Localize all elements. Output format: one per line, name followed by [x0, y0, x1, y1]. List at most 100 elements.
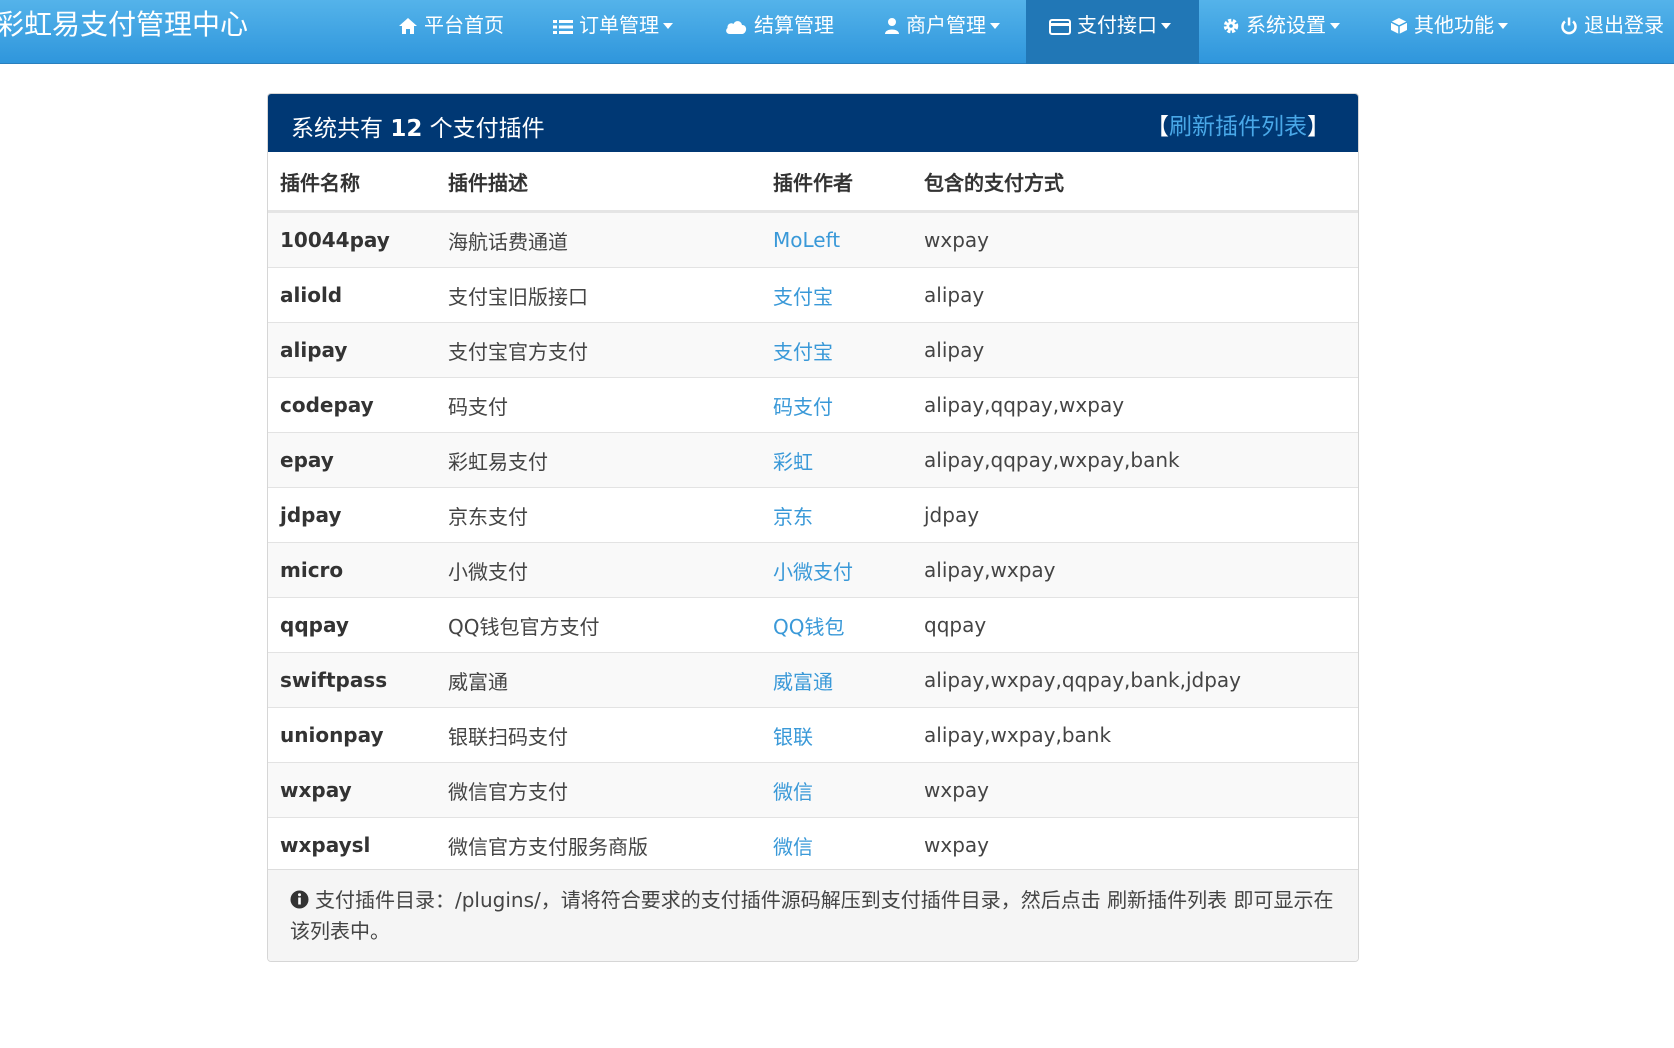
plugin-author-cell: 京东 [761, 487, 912, 543]
nav-payment-interface-label: 支付接口 [1077, 13, 1157, 37]
table-row: codepay 码支付 码支付 alipay,qqpay,wxpay [268, 377, 1358, 433]
plugin-desc-cell: 微信官方支付服务商版 [436, 817, 761, 873]
panel-title-suffix: 个支付插件 [429, 116, 545, 142]
plugin-author-cell: 微信 [761, 817, 912, 873]
plugin-desc-cell: 支付宝官方支付 [436, 322, 761, 378]
plugin-name-cell: wxpay [268, 762, 436, 818]
refresh-plugins-link[interactable]: 刷新插件列表 [1169, 114, 1307, 140]
plugin-name-cell: jdpay [268, 487, 436, 543]
header-plugin-name: 插件名称 [268, 152, 436, 213]
plugin-desc-cell: 码支付 [436, 377, 761, 433]
credit-card-icon [1049, 19, 1071, 35]
user-icon [885, 18, 899, 34]
plugin-author-link[interactable]: 小微支付 [773, 560, 853, 584]
plugin-methods-cell: jdpay [912, 487, 1358, 543]
plugin-author-link[interactable]: 银联 [773, 725, 813, 749]
plugin-desc-cell: 彩虹易支付 [436, 432, 761, 488]
plugin-author-link[interactable]: QQ钱包 [773, 615, 844, 639]
plugin-author-link[interactable]: 支付宝 [773, 285, 833, 309]
table-row: jdpay 京东支付 京东 jdpay [268, 487, 1358, 543]
plugin-methods-cell: alipay [912, 322, 1358, 378]
chevron-down-icon [990, 23, 1000, 29]
cube-icon [1390, 18, 1408, 34]
plugin-methods-cell: wxpay [912, 817, 1358, 873]
top-navbar: 彩虹易支付管理中心 平台首页 订单管理 结算管理 商户管理 支付接口 系统设置 … [0, 0, 1674, 64]
nav-system-settings[interactable]: 系统设置 [1222, 0, 1340, 64]
nav-home[interactable]: 平台首页 [398, 0, 504, 64]
nav-other-functions[interactable]: 其他功能 [1390, 0, 1508, 64]
plugin-author-cell: 银联 [761, 707, 912, 763]
table-row: alipay 支付宝官方支付 支付宝 alipay [268, 322, 1358, 378]
plugin-methods-cell: wxpay [912, 211, 1358, 268]
brand-title[interactable]: 彩虹易支付管理中心 [0, 0, 248, 64]
plugin-name-cell: aliold [268, 267, 436, 323]
plugin-name-cell: qqpay [268, 597, 436, 653]
table-row: aliold 支付宝旧版接口 支付宝 alipay [268, 267, 1358, 323]
nav-logout[interactable]: 退出登录 [1560, 0, 1664, 64]
header-plugin-desc: 插件描述 [436, 152, 761, 213]
plugin-name-cell: swiftpass [268, 652, 436, 708]
plugin-author-link[interactable]: 微信 [773, 780, 813, 804]
plugin-author-cell: 码支付 [761, 377, 912, 433]
gear-icon [1223, 18, 1239, 34]
plugin-author-cell: 彩虹 [761, 432, 912, 488]
plugin-desc-cell: 海航话费通道 [436, 211, 761, 268]
table-row: wxpaysl 微信官方支付服务商版 微信 wxpay [268, 817, 1358, 873]
refresh-close-bracket: 】 [1307, 114, 1330, 140]
home-icon [399, 18, 417, 34]
plugin-methods-cell: alipay [912, 267, 1358, 323]
refresh-wrapper: 【刷新插件列表】 [1146, 107, 1330, 141]
nav-orders[interactable]: 订单管理 [553, 0, 673, 64]
plugin-name-cell: 10044pay [268, 211, 436, 268]
plugin-desc-cell: 小微支付 [436, 542, 761, 598]
nav-settlement-label: 结算管理 [754, 13, 834, 37]
plugin-author-link[interactable]: MoLeft [773, 228, 840, 252]
chevron-down-icon [1330, 23, 1340, 29]
plugin-desc-cell: 威富通 [436, 652, 761, 708]
panel-title: 系统共有 12 个支付插件 [291, 109, 545, 143]
plugin-author-cell: MoLeft [761, 211, 912, 268]
table-row: epay 彩虹易支付 彩虹 alipay,qqpay,wxpay,bank [268, 432, 1358, 488]
cloud-icon [726, 21, 747, 34]
plugin-name-cell: unionpay [268, 707, 436, 763]
table-row: swiftpass 威富通 威富通 alipay,wxpay,qqpay,bank,j… [268, 652, 1358, 708]
nav-settlement[interactable]: 结算管理 [724, 0, 834, 64]
plugin-author-link[interactable]: 支付宝 [773, 340, 833, 364]
plugin-author-link[interactable]: 威富通 [773, 670, 833, 694]
plugin-desc-cell: 支付宝旧版接口 [436, 267, 761, 323]
plugin-author-cell: 支付宝 [761, 322, 912, 378]
plugin-author-cell: 小微支付 [761, 542, 912, 598]
plugin-name-cell: alipay [268, 322, 436, 378]
table-row: wxpay 微信官方支付 微信 wxpay [268, 762, 1358, 818]
plugin-directory-note: 支付插件目录：/plugins/，请将符合要求的支付插件源码解压到支付插件目录，… [290, 888, 1334, 943]
panel-footer: 支付插件目录：/plugins/，请将符合要求的支付插件源码解压到支付插件目录，… [268, 869, 1358, 961]
header-plugin-author: 插件作者 [761, 152, 912, 213]
nav-payment-interface[interactable]: 支付接口 [1026, 0, 1199, 64]
plugin-name-cell: micro [268, 542, 436, 598]
plugin-author-cell: 威富通 [761, 652, 912, 708]
plugin-author-link[interactable]: 码支付 [773, 395, 833, 419]
chevron-down-icon [1498, 23, 1508, 29]
table-row: micro 小微支付 小微支付 alipay,wxpay [268, 542, 1358, 598]
plugin-author-link[interactable]: 彩虹 [773, 450, 813, 474]
power-icon [1561, 17, 1577, 35]
panel-heading: 系统共有 12 个支付插件 【刷新插件列表】 [268, 94, 1358, 152]
nav-system-settings-label: 系统设置 [1246, 13, 1326, 37]
plugin-desc-cell: 京东支付 [436, 487, 761, 543]
plugin-author-cell: QQ钱包 [761, 597, 912, 653]
nav-orders-label: 订单管理 [579, 13, 659, 37]
nav-merchants[interactable]: 商户管理 [884, 0, 1000, 64]
plugin-author-link[interactable]: 微信 [773, 835, 813, 859]
header-payment-methods: 包含的支付方式 [912, 152, 1358, 213]
nav-merchants-label: 商户管理 [906, 13, 986, 37]
plugin-methods-cell: alipay,qqpay,wxpay,bank [912, 432, 1358, 488]
plugin-methods-cell: alipay,wxpay [912, 542, 1358, 598]
table-row: unionpay 银联扫码支付 银联 alipay,wxpay,bank [268, 707, 1358, 763]
plugin-desc-cell: 银联扫码支付 [436, 707, 761, 763]
plugin-methods-cell: alipay,wxpay,bank [912, 707, 1358, 763]
plugin-methods-cell: wxpay [912, 762, 1358, 818]
plugin-author-link[interactable]: 京东 [773, 505, 813, 529]
list-icon [553, 20, 573, 34]
chevron-down-icon [1161, 23, 1171, 29]
plugin-name-cell: wxpaysl [268, 817, 436, 873]
